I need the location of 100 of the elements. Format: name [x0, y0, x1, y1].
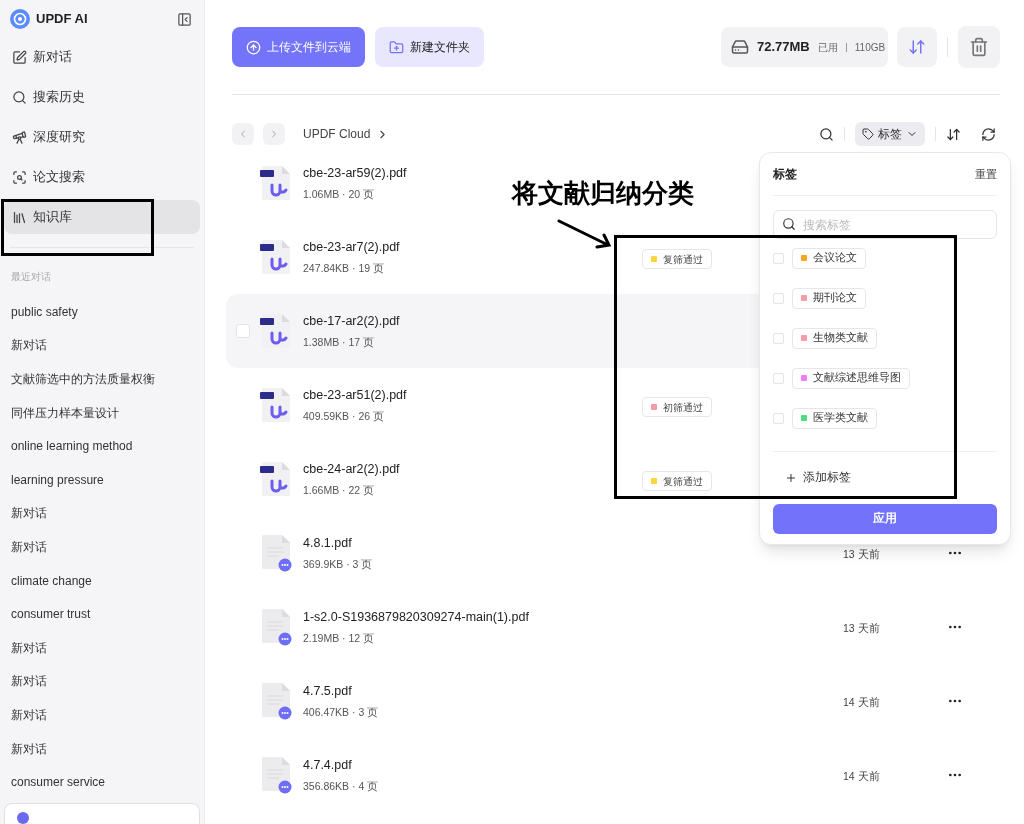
brand-name: UPDF AI [36, 10, 88, 29]
storage-total: 110GB [854, 40, 886, 55]
edit-icon [12, 49, 27, 65]
file-meta: 406.47KB · 3 页 [303, 704, 379, 720]
popup-title: 标签 [773, 166, 797, 183]
checkbox[interactable] [773, 292, 784, 304]
file-meta: 247.84KB · 19 页 [303, 260, 385, 276]
storage-used-label: 已用 [817, 40, 838, 55]
tag-chip[interactable]: 复筛通过 [642, 471, 712, 491]
checkbox[interactable] [773, 372, 784, 384]
annotation-arrow [557, 219, 612, 249]
checkbox[interactable] [773, 412, 784, 424]
collapse-sidebar-icon[interactable] [177, 11, 192, 27]
section-header: 最近对话 [10, 270, 52, 284]
tag-chip[interactable]: 文献综述思维导图 [792, 367, 910, 389]
apply-button[interactable]: 应用 [773, 504, 997, 534]
recent-chat-item[interactable]: 新对话 [0, 328, 204, 363]
tag-search-field[interactable]: 搜索标签 [773, 210, 997, 239]
file-meta: 1.66MB · 22 页 [303, 482, 375, 498]
tag-chip[interactable]: 复筛通过 [642, 249, 712, 269]
trash-button[interactable] [958, 26, 1000, 68]
refresh-icon[interactable] [981, 126, 996, 142]
file-name[interactable]: cbe-23-ar51(2).pdf [303, 385, 407, 405]
file-meta: 409.59KB · 26 页 [303, 408, 385, 424]
file-name[interactable]: 1-s2.0-S1936879820309274-main(1).pdf [303, 607, 529, 627]
file-name[interactable]: cbe-23-ar7(2).pdf [303, 237, 400, 257]
tag-chip[interactable]: 会议论文 [792, 247, 866, 269]
pdf-file-icon [260, 239, 292, 275]
sync-icon [908, 38, 926, 56]
pdf-file-icon [260, 387, 292, 423]
file-name[interactable]: cbe-17-ar2(2).pdf [303, 311, 400, 331]
recent-chat-item[interactable]: 新对话 [0, 664, 204, 699]
modified-date: 13 天前 [843, 622, 880, 634]
search-icon[interactable] [819, 126, 834, 142]
checkbox[interactable] [773, 252, 784, 264]
file-name[interactable]: cbe-24-ar2(2).pdf [303, 459, 400, 479]
tag-chip[interactable]: 生物类文献 [792, 327, 877, 349]
recent-chat-item[interactable]: consumer service [0, 765, 204, 799]
recent-chat-item[interactable]: 新对话 [0, 530, 204, 564]
tag-icon [862, 128, 874, 140]
search-icon [782, 217, 796, 231]
pdf-file-icon [260, 165, 292, 201]
file-name[interactable]: 4.7.5.pdf [303, 681, 352, 701]
document-chat-icon [260, 756, 292, 794]
checkbox[interactable] [236, 324, 250, 338]
account-card[interactable] [4, 802, 200, 824]
recent-chat-item[interactable]: public safety [0, 295, 204, 329]
annotation-caption: 将文献归纳分类 [512, 177, 694, 210]
recent-chat-item[interactable]: 新对话 [0, 496, 204, 531]
modified-date: 14 天前 [843, 696, 880, 708]
nav-item[interactable]: 论文搜索 [4, 160, 200, 194]
storage-usage[interactable]: 72.77MB 已用 110GB [721, 27, 888, 67]
pdf-file-icon [260, 461, 292, 497]
file-name[interactable]: 4.7.4.pdf [303, 755, 352, 775]
file-name[interactable]: cbe-23-ar59(2).pdf [303, 163, 407, 183]
file-meta: 1.06MB · 20 页 [303, 186, 375, 202]
telescope-icon [12, 129, 27, 145]
document-search-icon [12, 169, 27, 185]
recent-chat-item[interactable]: 新对话 [0, 731, 204, 766]
recent-chat-item[interactable]: 文献筛选中的方法质量权衡 [0, 362, 204, 396]
reset-link[interactable]: 重置 [975, 165, 997, 183]
upload-icon [246, 39, 261, 55]
document-chat-icon [260, 682, 292, 720]
nav-item[interactable]: 深度研究 [4, 120, 200, 154]
tag-chip[interactable]: 医学类文献 [792, 407, 877, 429]
plus-icon [785, 472, 797, 484]
logo-icon [10, 9, 30, 29]
file-meta: 1.38MB · 17 页 [303, 334, 375, 350]
tag-chip[interactable]: 初筛通过 [642, 397, 712, 417]
recent-chat-item[interactable]: 新对话 [0, 630, 204, 665]
sync-button[interactable] [897, 27, 937, 67]
modified-date: 14 天前 [843, 770, 880, 782]
nav-item[interactable]: 新对话 [4, 40, 200, 74]
search-icon [12, 89, 27, 105]
nav-item[interactable]: 知识库 [4, 200, 200, 234]
recent-chat-item[interactable]: consumer trust [0, 597, 204, 631]
drive-icon [731, 38, 749, 56]
folder-plus-icon [389, 39, 404, 55]
add-tag-button[interactable]: 添加标签 [773, 452, 997, 504]
recent-chat-item[interactable]: learning pressure [0, 462, 204, 497]
tag-filter-button[interactable]: 标签 [855, 122, 925, 146]
upload-button[interactable]: 上传文件到云端 [232, 27, 365, 67]
used-storage: 72.77MB [757, 38, 810, 57]
checkbox[interactable] [773, 332, 784, 344]
tag-chip[interactable]: 期刊论文 [792, 287, 866, 309]
file-meta: 369.9KB · 3 页 [303, 556, 373, 572]
sort-icon[interactable] [946, 126, 961, 142]
document-chat-icon [260, 534, 292, 572]
modified-date: 13 天前 [843, 548, 880, 560]
document-chat-icon [260, 608, 292, 646]
file-meta: 2.19MB · 12 页 [303, 630, 375, 646]
breadcrumb-link[interactable]: UPDF Cloud [303, 125, 371, 143]
file-meta: 356.86KB · 4 页 [303, 778, 379, 794]
recent-chat-item[interactable]: online learning method [0, 429, 204, 463]
recent-chat-item[interactable]: climate change [0, 563, 204, 598]
new-folder-button[interactable]: 新建文件夹 [375, 27, 484, 67]
nav-item[interactable]: 搜索历史 [4, 80, 200, 114]
recent-chat-item[interactable]: 新对话 [0, 698, 204, 732]
recent-chat-item[interactable]: 同伴压力样本量设计 [0, 395, 204, 430]
file-name[interactable]: 4.8.1.pdf [303, 533, 352, 553]
